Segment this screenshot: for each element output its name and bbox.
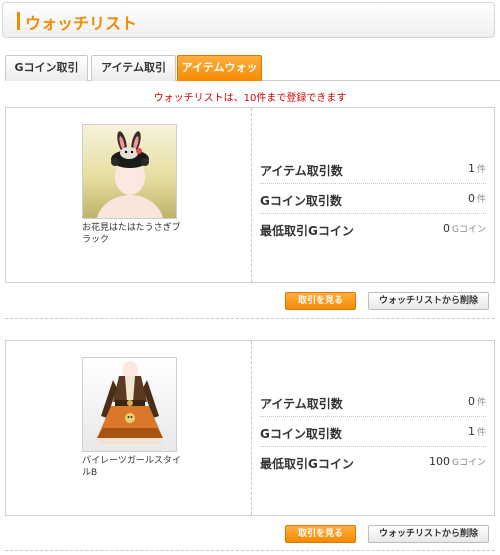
stat-min-gcoin: 最低取引Gコイン 100 Gコイン [260,447,486,477]
pirate-girl-outfit-image [83,358,176,451]
watch-item-card: パイレーツガールスタイルB アイテム取引数 0件 Gコイン取引数 1件 最低取引… [5,340,495,516]
view-trades-button[interactable]: 取引を見る [285,292,356,310]
stat-value: 0件 [467,395,486,408]
stat-gcoin-trade-count: Gコイン取引数 0件 [260,184,486,214]
watchlist-limit-notice: ウォッチリストは、10件まで登録できます [153,93,347,104]
stat-value: 1件 [467,162,486,175]
stat-label: Gコイン取引数 [260,427,342,441]
stat-label: 最低取引Gコイン [260,457,354,471]
watch-item-card: お花見はたはたうさぎブラック アイテム取引数 1件 Gコイン取引数 0件 最低取… [5,107,495,283]
item-separator [5,550,495,551]
item-name[interactable]: パイレーツガールスタイルB [82,455,182,479]
stat-item-trade-count: アイテム取引数 0件 [260,387,486,417]
item-thumbnail[interactable] [82,124,177,219]
page-header: ウォッチリスト [2,2,495,38]
item-thumbnail[interactable] [82,357,177,452]
stat-gcoin-trade-count: Gコイン取引数 1件 [260,417,486,447]
stat-item-trade-count: アイテム取引数 1件 [260,154,486,184]
stat-label: 最低取引Gコイン [260,224,354,238]
item-name[interactable]: お花見はたはたうさぎブラック [82,222,182,246]
view-trades-button[interactable]: 取引を見る [285,525,356,543]
stat-value: 100 Gコイン [429,455,486,468]
tab-bar: Gコイン取引 アイテム取引 アイテムウォッチ [5,55,500,98]
stat-label: Gコイン取引数 [260,194,342,208]
stat-label: アイテム取引数 [260,164,343,178]
stat-value: 0件 [467,192,486,205]
stat-value: 0 Gコイン [443,222,486,235]
stat-min-gcoin: 最低取引Gコイン 0 Gコイン [260,214,486,244]
card-divider [251,341,252,515]
stat-value: 1件 [467,425,486,438]
tab-item-watch[interactable]: アイテムウォッチ [177,55,262,98]
card-divider [251,108,252,282]
header-accent-bar [17,12,20,30]
remove-from-watchlist-button[interactable]: ウォッチリストから削除 [368,525,489,543]
tab-item-trade[interactable]: アイテム取引 [91,55,176,81]
bunny-hat-avatar-image [83,125,176,218]
remove-from-watchlist-button[interactable]: ウォッチリストから削除 [368,292,489,310]
item-separator [5,318,495,319]
page-title: ウォッチリスト [25,14,138,33]
tab-gcoin-trade[interactable]: Gコイン取引 [5,55,88,81]
stat-label: アイテム取引数 [260,397,343,411]
